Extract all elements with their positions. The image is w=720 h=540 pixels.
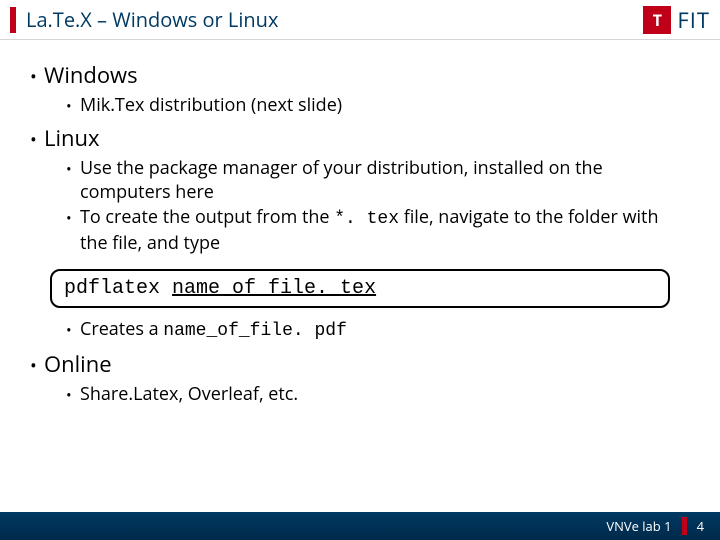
bullet-linux: •Linux •Use the package manager of your … <box>30 123 690 255</box>
logo: T FIT <box>643 5 710 35</box>
footer-separator <box>682 517 687 535</box>
subbullet-miktex: •Mik.Tex distribution (next slide) <box>66 94 690 117</box>
subbullet-text: Use the package manager of your distribu… <box>80 157 690 204</box>
footer-label: VNVe lab 1 <box>606 517 671 535</box>
bullet-dot: • <box>30 68 44 86</box>
bullet-dot: • <box>30 357 44 375</box>
bullet-dot: • <box>66 97 80 117</box>
bullet-linux-label: Linux <box>44 123 100 153</box>
slide-content: •Windows •Mik.Tex distribution (next sli… <box>0 40 720 512</box>
bullet-online-label: Online <box>44 349 112 379</box>
logo-text: FIT <box>677 5 710 35</box>
subbullet-creates-pdf: •Creates a name_of_file. pdf <box>66 318 690 343</box>
bullet-windows: •Windows •Mik.Tex distribution (next sli… <box>30 60 690 117</box>
bullet-windows-label: Windows <box>44 60 138 90</box>
code-box: pdflatex name_of_file. tex <box>50 269 670 308</box>
bullet-dot: • <box>66 386 80 406</box>
subbullet-text: Share.Latex, Overleaf, etc. <box>80 383 298 406</box>
subbullet-online-services: •Share.Latex, Overleaf, etc. <box>66 383 690 406</box>
logo-red-square: T <box>643 6 671 34</box>
code-argument: name_of_file. tex <box>172 277 376 300</box>
bullet-linux-cont: •Creates a name_of_file. pdf <box>30 318 690 343</box>
subbullet-text: To create the output from the *. tex fil… <box>80 206 690 255</box>
slide-title: La.Te.X – Windows or Linux <box>26 6 278 33</box>
subbullet-text: Creates a name_of_file. pdf <box>80 318 347 343</box>
slide: La.Te.X – Windows or Linux T FIT •Window… <box>0 0 720 540</box>
bullet-dot: • <box>66 209 80 229</box>
subbullet-create-output: •To create the output from the *. tex fi… <box>66 206 690 255</box>
title-accent-bar <box>10 7 16 33</box>
bullet-dot: • <box>66 160 80 180</box>
bullet-dot: • <box>66 321 80 341</box>
code-command: pdflatex <box>64 277 172 300</box>
slide-header: La.Te.X – Windows or Linux T FIT <box>0 0 720 40</box>
logo-letter: T <box>653 9 662 31</box>
bullet-dot: • <box>30 131 44 149</box>
bullet-online: •Online •Share.Latex, Overleaf, etc. <box>30 349 690 406</box>
inline-code: name_of_file. pdf <box>163 321 347 341</box>
slide-footer: VNVe lab 1 4 <box>0 512 720 540</box>
subbullet-pkg-manager: •Use the package manager of your distrib… <box>66 157 690 204</box>
subbullet-text: Mik.Tex distribution (next slide) <box>80 94 342 117</box>
inline-code: *. tex <box>334 209 399 229</box>
page-number: 4 <box>697 517 704 535</box>
